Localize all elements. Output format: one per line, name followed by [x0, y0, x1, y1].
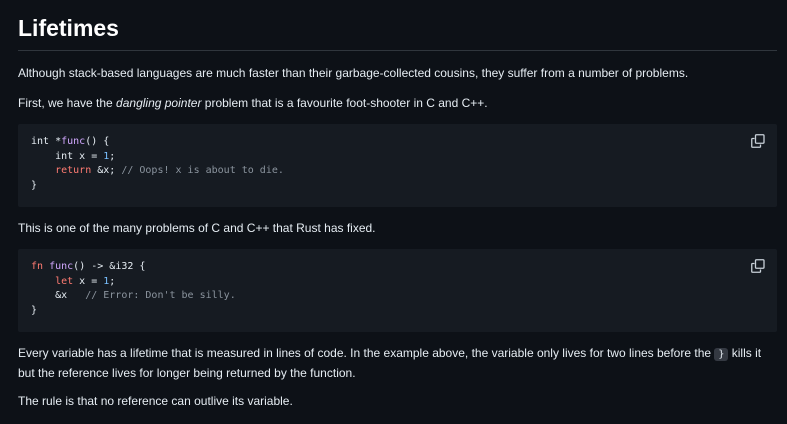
- code-token: }: [31, 304, 38, 316]
- code-token: () -> &i32 {: [73, 261, 146, 272]
- code-token: return: [55, 165, 92, 177]
- code-token: func: [49, 261, 74, 272]
- code-token: func: [61, 136, 86, 147]
- heading-divider: [18, 50, 777, 51]
- code-token: *: [49, 136, 62, 147]
- code-content: fn func() -> &i32 { let x = 1; &x // Err…: [31, 260, 236, 318]
- code-block-rust: fn func() -> &i32 { let x = 1; &x // Err…: [18, 249, 777, 332]
- paragraph-text: problem that is a favourite foot-shooter…: [201, 96, 488, 110]
- paragraph-text: First, we have the: [18, 96, 117, 110]
- emphasis-text: dangling pointer: [116, 96, 202, 110]
- code-token: let: [55, 275, 74, 287]
- code-comment: // Oops! x is about to die.: [121, 165, 284, 177]
- code-comment: // Error: Don't be silly.: [85, 290, 236, 302]
- code-token: fn: [31, 261, 44, 272]
- code-token: x =: [73, 150, 104, 162]
- rust-fixed-paragraph: This is one of the many problems of C an…: [18, 221, 376, 235]
- code-token: ;: [109, 150, 116, 162]
- code-token: int: [31, 136, 50, 147]
- inline-code: }: [714, 348, 729, 361]
- rule-paragraph: The rule is that no reference can outliv…: [18, 394, 293, 408]
- code-content: int *func() { int x = 1; return &x; // O…: [31, 135, 284, 193]
- copy-icon[interactable]: [751, 134, 765, 148]
- code-token: x =: [73, 275, 104, 287]
- code-token: }: [31, 179, 38, 191]
- page-title: Lifetimes: [18, 15, 119, 41]
- dangling-pointer-paragraph: First, we have the dangling pointer prob…: [18, 94, 777, 112]
- code-block-c: int *func() { int x = 1; return &x; // O…: [18, 124, 777, 207]
- code-token: () {: [85, 136, 110, 147]
- lifetime-paragraph: Every variable has a lifetime that is me…: [18, 344, 777, 382]
- paragraph-text: Every variable has a lifetime that is me…: [18, 346, 715, 360]
- code-token: ;: [109, 275, 116, 287]
- code-token: &x;: [91, 165, 122, 177]
- code-token: int: [55, 150, 74, 162]
- code-token: &x: [55, 290, 86, 302]
- intro-paragraph: Although stack-based languages are much …: [18, 66, 689, 80]
- copy-icon[interactable]: [751, 259, 765, 273]
